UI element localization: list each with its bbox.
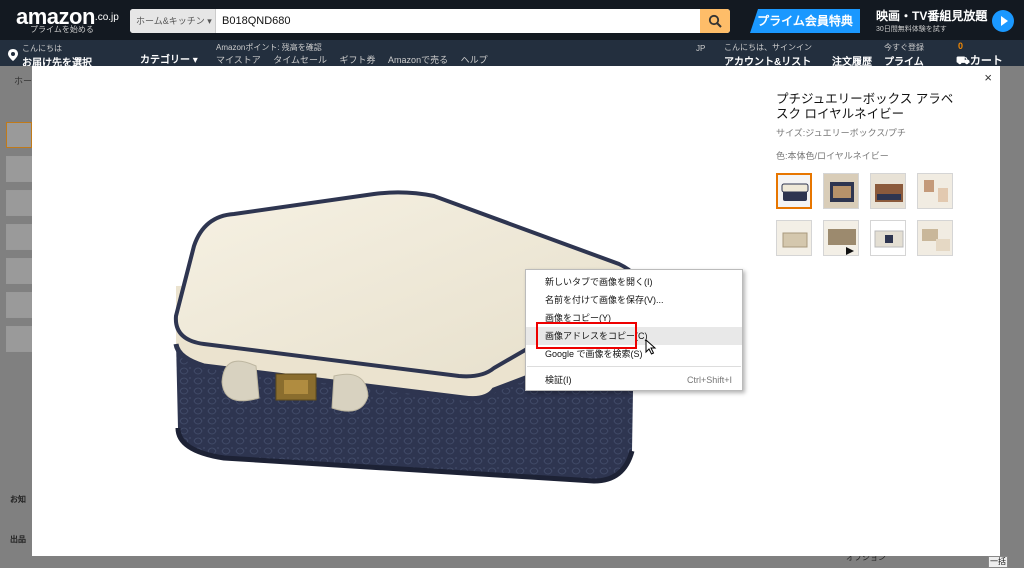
language-selector[interactable]: JP (696, 44, 705, 53)
search-category-label: ホーム&キッチン (136, 16, 205, 26)
search-button[interactable] (700, 9, 730, 33)
highlight-annotation-box (536, 322, 637, 349)
search-input[interactable]: B018QND680 (216, 9, 700, 33)
site-header: amazon.co.jp プライムを始める ホーム&キッチン ▾ B018QND… (0, 0, 1024, 69)
cart-count: 0 (958, 41, 964, 51)
close-icon[interactable]: × (984, 70, 992, 85)
mouse-pointer-icon (645, 339, 657, 355)
side-thumbnail[interactable] (6, 292, 32, 318)
points-link[interactable]: Amazonポイント: 残高を確認 (216, 42, 322, 53)
logo-suffix: .co.jp (94, 12, 119, 23)
image-thumbnail[interactable] (870, 220, 906, 256)
image-thumbnail[interactable] (917, 220, 953, 256)
nav-top-bar: amazon.co.jp プライムを始める ホーム&キッチン ▾ B018QND… (0, 0, 1024, 40)
image-thumbnail[interactable] (917, 173, 953, 209)
image-thumbnail-video[interactable] (823, 220, 859, 256)
tv-banner-subtitle: 30日間無料体験を試す (876, 26, 947, 33)
location-pin-icon (8, 49, 18, 61)
context-menu-separator (527, 366, 741, 367)
size-label: サイズ:ジュエリーボックス/プチ (776, 128, 906, 138)
bulk-button[interactable]: 一括 (988, 556, 1008, 568)
context-menu-shortcut: Ctrl+Shift+I (686, 375, 732, 385)
magnifier-icon (708, 14, 722, 28)
color-label: 色:本体色/ロイヤルネイビー (776, 151, 889, 161)
prime-video-banner[interactable]: 映画・TV番組見放題 30日間無料体験を試す (876, 7, 987, 34)
play-icon[interactable] (992, 10, 1014, 32)
image-thumbnail[interactable] (776, 220, 812, 256)
prime-benefits-banner[interactable]: プライム会員特典 (750, 9, 860, 33)
bottom-label: お知 (10, 495, 26, 504)
logo-tagline: プライムを始める (30, 25, 94, 34)
account-greeting: こんにちは、サインイン (724, 43, 812, 52)
product-title: プチジュエリーボックス アラベスク ロイヤルネイビー (776, 92, 954, 121)
breadcrumb[interactable]: ホー (14, 74, 32, 87)
context-menu-item-save-image[interactable]: 名前を付けて画像を保存(V)... (526, 291, 742, 309)
search-bar: ホーム&キッチン ▾ B018QND680 (130, 9, 730, 33)
image-thumbnail[interactable] (776, 173, 812, 209)
image-thumbnail[interactable] (870, 173, 906, 209)
prime-menu[interactable]: 今すぐ登録 プライム (884, 42, 924, 68)
amazon-logo[interactable]: amazon.co.jp プライムを始める (16, 4, 119, 35)
search-category-select[interactable]: ホーム&キッチン ▾ (130, 9, 216, 33)
context-menu-item-open-new-tab[interactable]: 新しいタブで画像を開く(I) (526, 273, 742, 291)
category-menu[interactable]: カテゴリー ▾ (140, 51, 198, 66)
context-menu-item-label: 検証(I) (545, 375, 572, 385)
context-menu-item-inspect[interactable]: 検証(I) Ctrl+Shift+I (526, 371, 742, 389)
context-menu-item-label: 名前を付けて画像を保存(V)... (545, 295, 664, 305)
context-menu-item-label: 新しいタブで画像を開く(I) (545, 277, 653, 287)
nav-links[interactable]: マイストア タイムセール ギフト券 Amazonで売る ヘルプ (216, 53, 488, 66)
side-thumbnail[interactable] (6, 122, 32, 148)
side-thumbnail[interactable] (6, 156, 32, 182)
context-menu-item-label: Google で画像を検索(S) (545, 349, 643, 359)
bottom-label: 出品 (10, 535, 26, 544)
nav-sub-bar: こんにちは お届け先を選択 カテゴリー ▾ Amazonポイント: 残高を確認 … (0, 40, 1024, 69)
image-viewer-modal: × プチジュエリーボックス アラベスク ロイヤルネイビー サイズ:ジュエリーボッ… (32, 66, 1000, 556)
category-menu-label: カテゴリー (140, 55, 190, 66)
side-thumbnail[interactable] (6, 190, 32, 216)
prime-nav-top: 今すぐ登録 (884, 43, 924, 52)
side-thumbnail[interactable] (6, 258, 32, 284)
tv-banner-title: 映画・TV番組見放題 (876, 9, 988, 23)
side-thumbnail[interactable] (6, 224, 32, 250)
image-thumbnail[interactable] (823, 173, 859, 209)
side-thumbnail[interactable] (6, 326, 32, 352)
account-menu[interactable]: こんにちは、サインイン アカウント&リスト (724, 42, 812, 68)
